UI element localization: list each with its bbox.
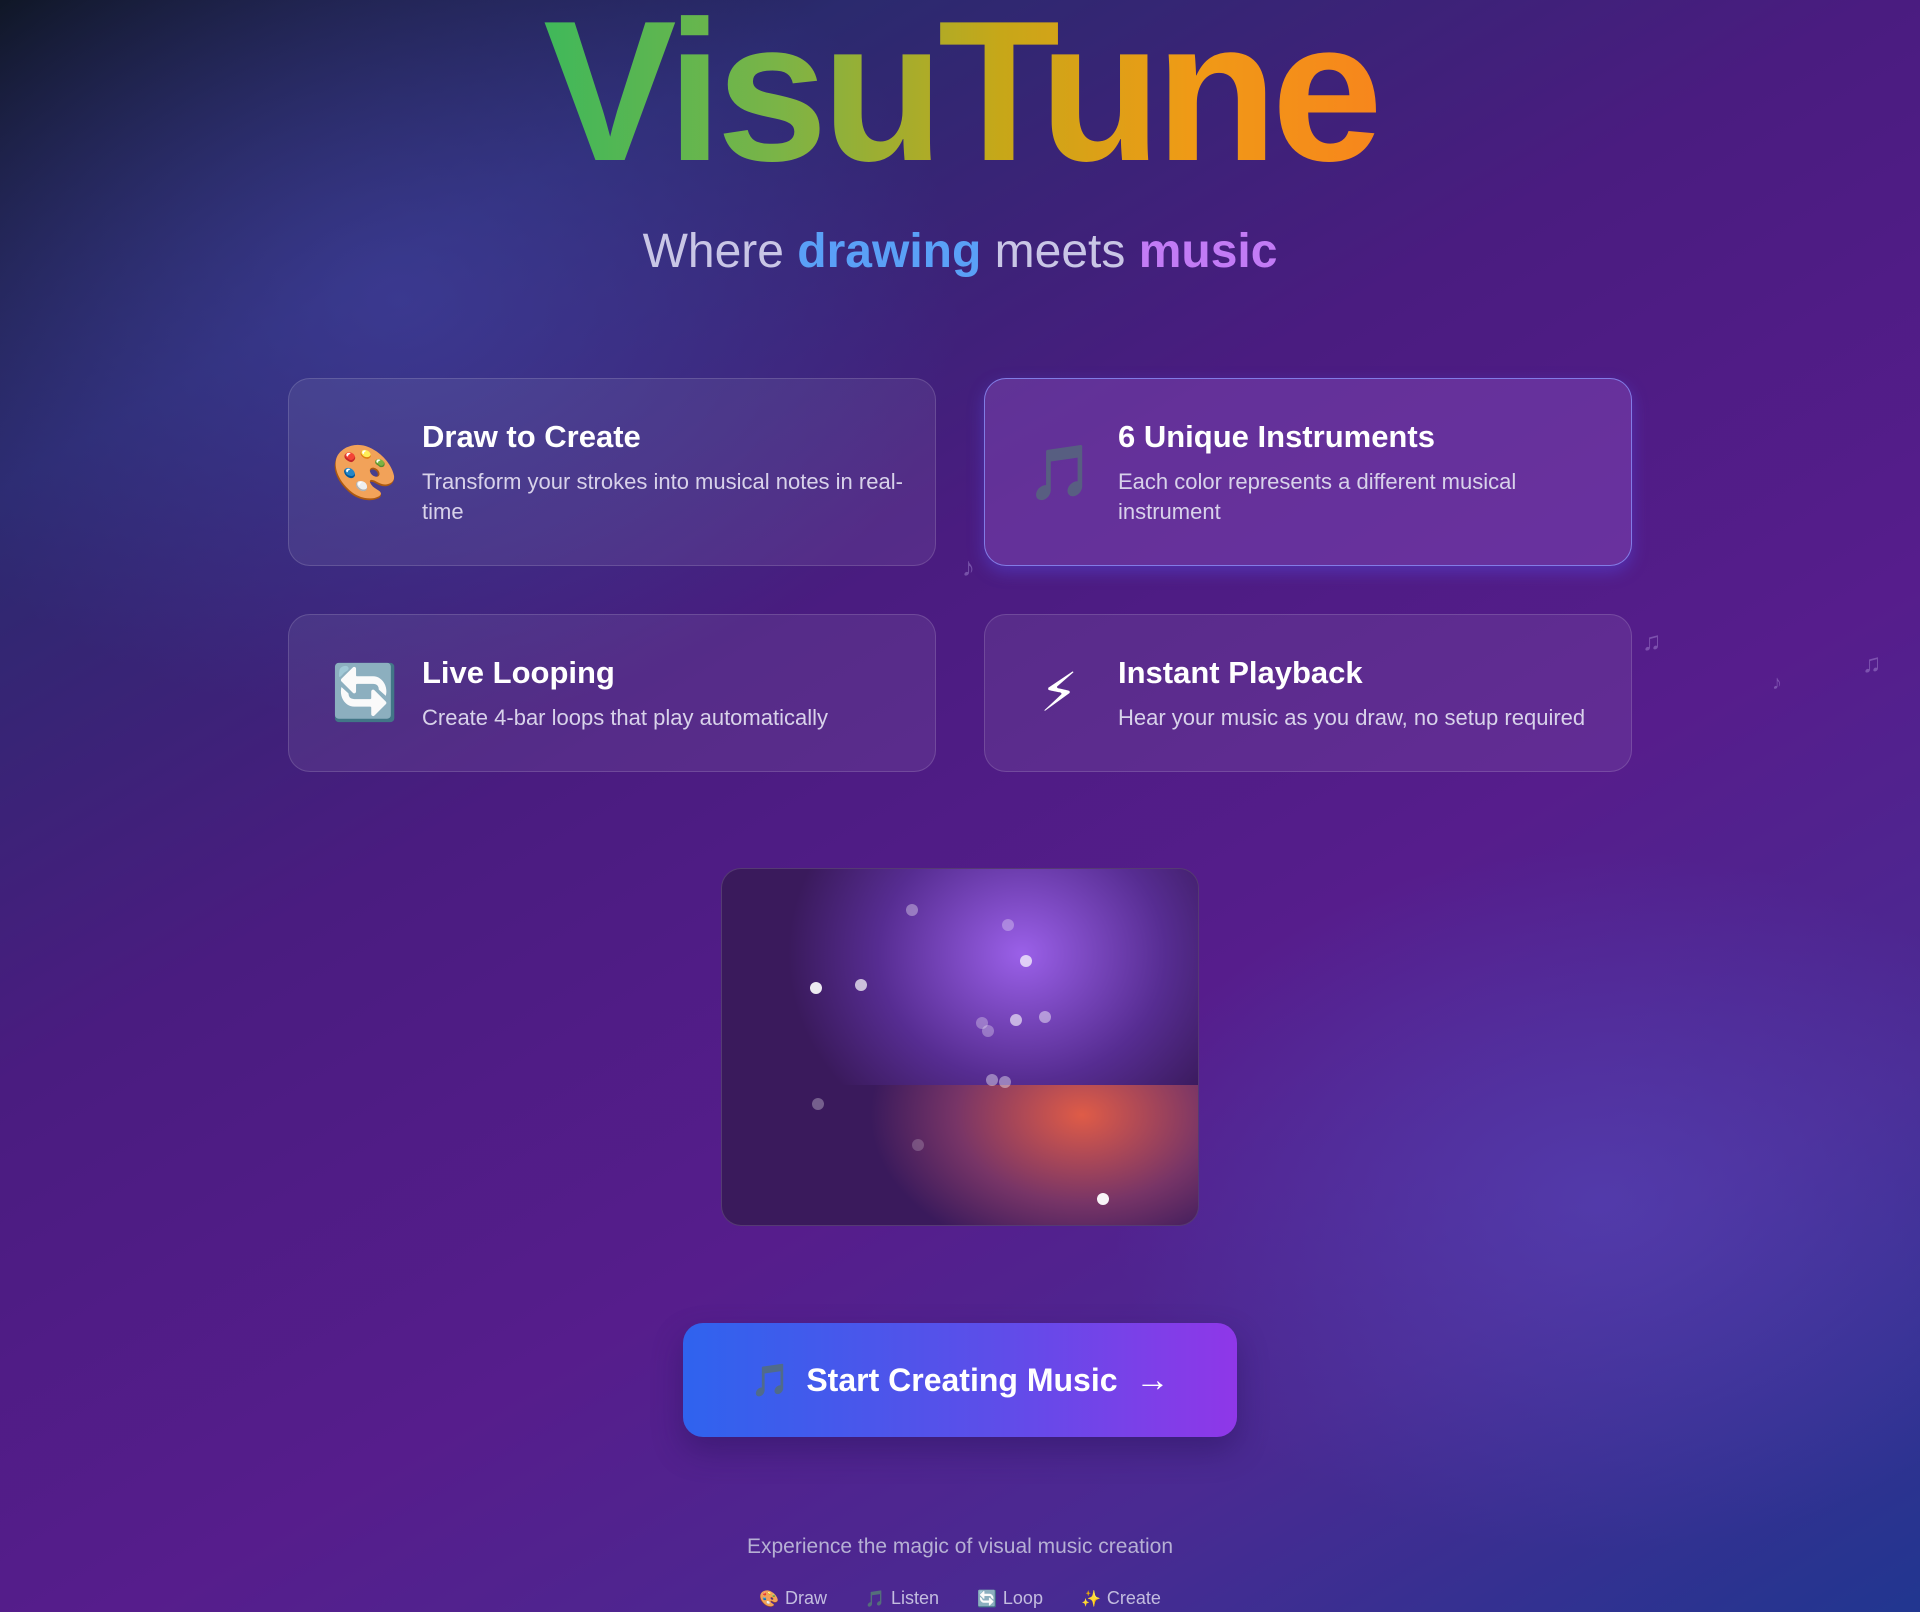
particle	[855, 979, 867, 991]
start-creating-label: Start Creating Music	[806, 1361, 1118, 1398]
chip-loop: 🔄 Loop	[977, 1588, 1043, 1609]
arrow-right-icon: →	[1135, 1360, 1170, 1399]
feature-card-looping[interactable]: 🔄 Live Looping Create 4-bar loops that p…	[288, 614, 936, 772]
particle	[810, 982, 822, 994]
particle	[999, 1076, 1011, 1088]
particle	[986, 1074, 998, 1086]
palette-icon: 🎨	[759, 1590, 779, 1608]
feature-description: Create 4-bar loops that play automatical…	[422, 705, 828, 730]
feature-description: Transform your strokes into musical note…	[422, 469, 903, 524]
feature-card-draw[interactable]: 🎨 Draw to Create Transform your strokes …	[288, 378, 936, 566]
music-note-icon: 🎵	[865, 1590, 885, 1608]
particle	[982, 1025, 994, 1037]
particle	[812, 1098, 824, 1110]
feature-description: Each color represents a different musica…	[1118, 469, 1517, 524]
lightning-icon: ⚡	[1040, 663, 1078, 723]
feature-title: 6 Unique Instruments	[1118, 419, 1435, 454]
instrument-glow-purple	[722, 869, 1198, 1085]
chip-draw: 🎨 Draw	[759, 1588, 827, 1609]
feature-title: Instant Playback	[1118, 655, 1363, 690]
particle	[912, 1139, 924, 1151]
particle	[906, 904, 918, 916]
feature-title: Live Looping	[422, 655, 615, 690]
feature-card-playback[interactable]: ⚡ Instant Playback Hear your music as yo…	[984, 614, 1632, 772]
palette-icon: 🎨	[331, 443, 399, 503]
floating-note-icon: ♪	[1772, 672, 1782, 694]
loop-icon: 🔄	[976, 1590, 997, 1608]
sparkles-icon: ✨	[1080, 1590, 1101, 1608]
subtitle-text: Where	[642, 225, 798, 278]
subtitle-text: meets	[981, 225, 1139, 278]
start-creating-button[interactable]: 🎵 Start Creating Music →	[683, 1323, 1237, 1437]
chip-label: Loop	[1002, 1588, 1043, 1608]
instrument-glow-red	[722, 1085, 1198, 1225]
chip-label: Create	[1106, 1588, 1161, 1608]
loop-icon: 🔄	[331, 663, 399, 723]
subtitle-highlight-music: music	[1138, 225, 1278, 278]
particle	[1039, 1011, 1051, 1023]
subtitle-highlight-drawing: drawing	[797, 225, 982, 278]
particle	[1020, 955, 1032, 967]
feature-title: Draw to Create	[422, 419, 641, 454]
feature-description: Hear your music as you draw, no setup re…	[1118, 705, 1586, 730]
footer-tagline: Experience the magic of visual music cre…	[746, 1535, 1174, 1558]
floating-note-icon: ♫	[1642, 626, 1662, 656]
particle	[1010, 1014, 1022, 1026]
floating-note-icon: ♪	[962, 552, 975, 582]
music-note-icon: 🎵	[750, 1362, 791, 1398]
chip-label: Listen	[890, 1588, 939, 1608]
particle	[1002, 919, 1014, 931]
app-title: VisuTune	[0, 0, 1920, 192]
chip-create: ✨ Create	[1081, 1588, 1161, 1609]
feature-card-instruments[interactable]: 🎵 6 Unique Instruments Each color repres…	[984, 378, 1632, 566]
tagline-subtitle: Where drawing meets music	[0, 224, 1920, 279]
chip-listen: 🎵 Listen	[865, 1588, 939, 1609]
chip-label: Draw	[785, 1588, 828, 1608]
floating-note-icon: ♫	[1862, 648, 1882, 678]
music-note-icon: 🎵	[1027, 443, 1095, 503]
footer-chips: 🎨 Draw 🎵 Listen 🔄 Loop ✨ Create	[0, 1588, 1920, 1609]
particle	[1097, 1193, 1109, 1205]
drawing-preview-canvas	[721, 868, 1199, 1226]
